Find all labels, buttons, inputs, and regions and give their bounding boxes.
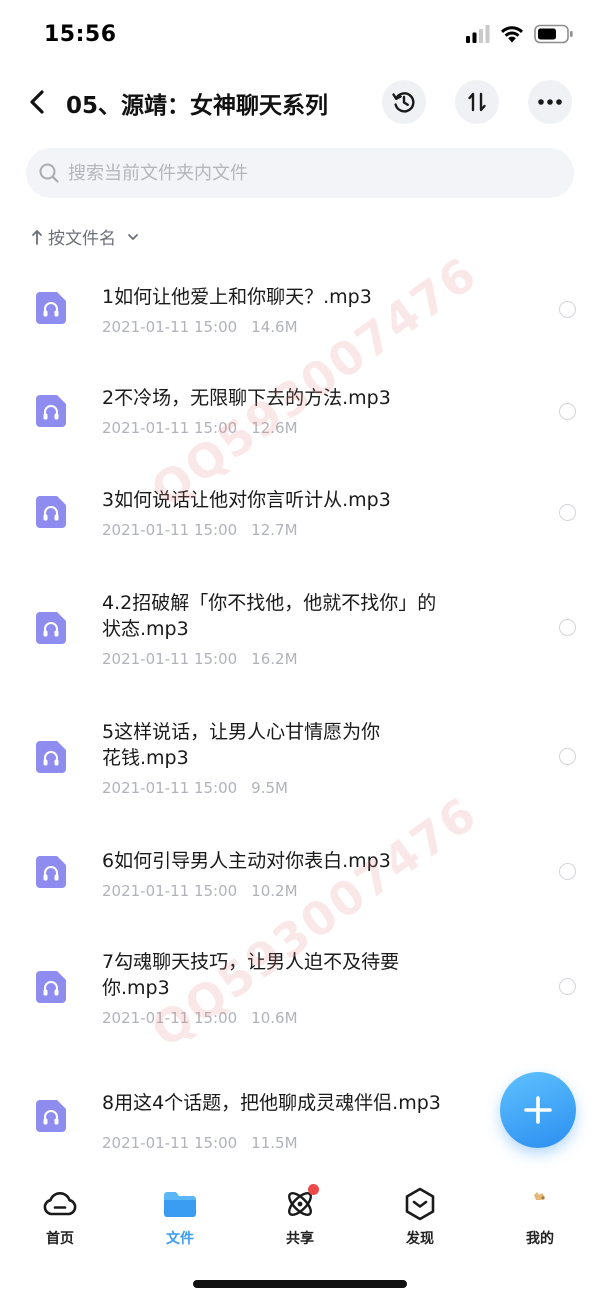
tab-files[interactable]: 文件: [140, 1186, 220, 1248]
file-name: 5这样说话，让男人心甘情愿为你 花钱.mp3: [102, 721, 381, 769]
file-date: 2021-01-11 15:00: [102, 521, 238, 539]
select-radio[interactable]: [559, 978, 576, 995]
file-size: 14.6M: [251, 318, 298, 336]
discover-icon: [400, 1186, 440, 1222]
chevron-down-icon: [128, 233, 138, 240]
file-date: 2021-01-11 15:00: [102, 779, 238, 797]
file-size: 11.5M: [251, 1134, 298, 1152]
file-name: 7勾魂聊天技巧，让男人迫不及待要 你.mp3: [102, 951, 400, 999]
file-meta: 2021-01-11 15:00 9.5M: [102, 779, 288, 797]
status-bar: 15:56: [0, 0, 600, 70]
file-size: 10.2M: [251, 882, 298, 900]
notification-badge: [308, 1184, 319, 1195]
file-name: 3如何说话让他对你言听计从.mp3: [102, 489, 391, 511]
select-radio[interactable]: [559, 619, 576, 636]
select-radio[interactable]: [559, 748, 576, 765]
more-button[interactable]: [528, 80, 572, 124]
search-input[interactable]: [68, 162, 538, 184]
select-radio[interactable]: [559, 863, 576, 880]
file-name: 2不冷场，无限聊下去的方法.mp3: [102, 387, 391, 409]
plus-icon: [524, 1096, 552, 1124]
atom-icon: [280, 1184, 320, 1222]
file-meta: 2021-01-11 15:00 12.7M: [102, 521, 298, 539]
file-meta: 2021-01-11 15:00 16.2M: [102, 650, 298, 668]
tab-home[interactable]: 首页: [20, 1186, 100, 1248]
tab-label: 发现: [406, 1231, 434, 1247]
file-size: 9.5M: [251, 779, 288, 797]
select-radio[interactable]: [559, 504, 576, 521]
audio-file-icon: [36, 496, 66, 528]
add-button[interactable]: [500, 1072, 576, 1148]
tab-label: 共享: [286, 1231, 314, 1247]
select-radio[interactable]: [559, 403, 576, 420]
tab-discover[interactable]: 发现: [380, 1186, 460, 1248]
file-name: 6如何引导男人主动对你表白.mp3: [102, 850, 391, 872]
cellular-signal-icon: [466, 25, 490, 43]
sort-arrows-icon: [468, 92, 486, 112]
file-date: 2021-01-11 15:00: [102, 650, 238, 668]
file-meta: 2021-01-11 15:00 12.6M: [102, 419, 298, 437]
history-button[interactable]: [382, 80, 426, 124]
file-date: 2021-01-11 15:00: [102, 318, 238, 336]
file-meta: 2021-01-11 15:00 11.5M: [102, 1134, 298, 1152]
tab-label: 文件: [166, 1231, 194, 1247]
file-date: 2021-01-11 15:00: [102, 1134, 238, 1152]
file-date: 2021-01-11 15:00: [102, 1009, 238, 1027]
file-name: 4.2招破解「你不找他，他就不找你」的 状态.mp3: [102, 592, 437, 640]
audio-file-icon: [36, 612, 66, 644]
search-icon: [39, 163, 59, 183]
home-indicator: [193, 1280, 407, 1288]
history-icon: [392, 92, 415, 113]
page-title: 05、源靖：女神聊天系列: [66, 93, 329, 119]
audio-file-icon: [36, 971, 66, 1003]
wifi-icon: [501, 26, 523, 43]
file-date: 2021-01-11 15:00: [102, 882, 238, 900]
back-button[interactable]: [20, 84, 54, 120]
file-size: 10.6M: [251, 1009, 298, 1027]
tab-label: 首页: [46, 1231, 74, 1247]
file-meta: 2021-01-11 15:00 10.2M: [102, 882, 298, 900]
avatar-icon: [520, 1186, 560, 1222]
chevron-left-icon: [30, 90, 44, 114]
file-date: 2021-01-11 15:00: [102, 419, 238, 437]
folder-icon: [160, 1186, 200, 1222]
audio-file-icon: [36, 741, 66, 773]
file-size: 16.2M: [251, 650, 298, 668]
status-icons: [466, 24, 574, 44]
audio-file-icon: [36, 395, 66, 427]
file-size: 12.7M: [251, 521, 298, 539]
audio-file-icon: [36, 1100, 66, 1132]
audio-file-icon: [36, 292, 66, 324]
audio-file-icon: [36, 856, 66, 888]
cloud-icon: [40, 1186, 80, 1222]
file-meta: 2021-01-11 15:00 10.6M: [102, 1009, 298, 1027]
tab-profile[interactable]: 我的: [500, 1186, 580, 1248]
search-bar[interactable]: [26, 148, 574, 198]
file-name: 1如何让他爱上和你聊天？.mp3: [102, 286, 372, 308]
header: 05、源靖：女神聊天系列: [0, 70, 600, 134]
file-name: 8用这4个话题，把他聊成灵魂伴侣.mp3: [102, 1092, 441, 1114]
arrow-up-icon: [32, 229, 42, 245]
file-size: 12.6M: [251, 419, 298, 437]
battery-icon: [534, 24, 573, 44]
tab-share[interactable]: 共享: [260, 1184, 340, 1248]
sort-toggle-button[interactable]: [455, 80, 499, 124]
status-time: 15:56: [44, 22, 117, 47]
select-radio[interactable]: [559, 301, 576, 318]
sort-selector[interactable]: 按文件名: [30, 224, 142, 249]
sort-label: 按文件名: [48, 229, 116, 249]
more-dots-icon: [538, 99, 562, 105]
tab-label: 我的: [526, 1231, 554, 1247]
file-meta: 2021-01-11 15:00 14.6M: [102, 318, 298, 336]
